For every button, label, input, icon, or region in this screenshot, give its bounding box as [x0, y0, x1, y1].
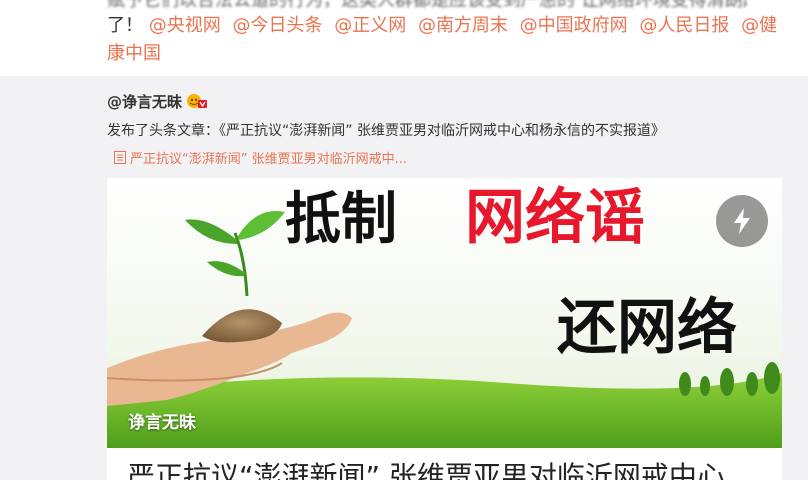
- article-title[interactable]: 严正抗议“澎湃新闻” 张维贾亚男对临沂网戒中心: [127, 461, 725, 480]
- repost-description: 发布了头条文章：《严正抗议“澎湃新闻” 张维贾亚男对临沂网戒中心和杨永信的不实报…: [107, 123, 665, 139]
- post-text-end: 了！: [107, 15, 143, 36]
- banner-text-red: 网络谣: [465, 183, 645, 253]
- document-icon: [114, 151, 126, 164]
- mention-link[interactable]: @正义网: [334, 15, 406, 36]
- mention-link[interactable]: @中国政府网: [520, 15, 628, 36]
- lightning-icon: [734, 208, 750, 234]
- cover-watermark: 诤言无昧: [128, 413, 196, 433]
- post-text-cutoff: 赋予它们以合法公道的行为，这类人群都是应该受到严惩的 让网络环境变得清朗起来: [107, 0, 747, 10]
- mention-link[interactable]: @人民日报: [639, 15, 729, 36]
- mention-link[interactable]: @南方周末: [418, 15, 508, 36]
- previous-post: 赋予它们以合法公道的行为，这类人群都是应该受到严惩的 让网络环境变得清朗起来 了…: [0, 0, 808, 76]
- repost-author-row: @诤言无昧: [107, 91, 208, 111]
- banner-text-black: 抵制: [285, 187, 397, 252]
- banner-text-line2: 还网络: [557, 293, 737, 363]
- post-text: 了！ @央视网 @今日头条 @正义网 @南方周末 @中国政府网 @人民日报 @健…: [107, 12, 787, 68]
- article-link[interactable]: 严正抗议“澎湃新闻” 张维贾亚男对临沂网戒中...: [114, 148, 407, 167]
- article-card[interactable]: 抵制 网络谣 还网络 诤言无昧 严正抗议“澎湃新闻” 张维贾亚男对临沂网戒中心: [107, 178, 782, 480]
- flash-button[interactable]: [716, 195, 768, 247]
- mention-link[interactable]: @央视网: [149, 15, 221, 36]
- author-name-link[interactable]: @诤言无昧: [107, 91, 182, 112]
- mention-link[interactable]: @今日头条: [232, 15, 322, 36]
- article-link-text: 严正抗议“澎湃新闻” 张维贾亚男对临沂网戒中...: [130, 152, 407, 167]
- article-cover-image[interactable]: 抵制 网络谣 还网络 诤言无昧: [107, 178, 782, 448]
- vip-badge-icon: [186, 93, 208, 109]
